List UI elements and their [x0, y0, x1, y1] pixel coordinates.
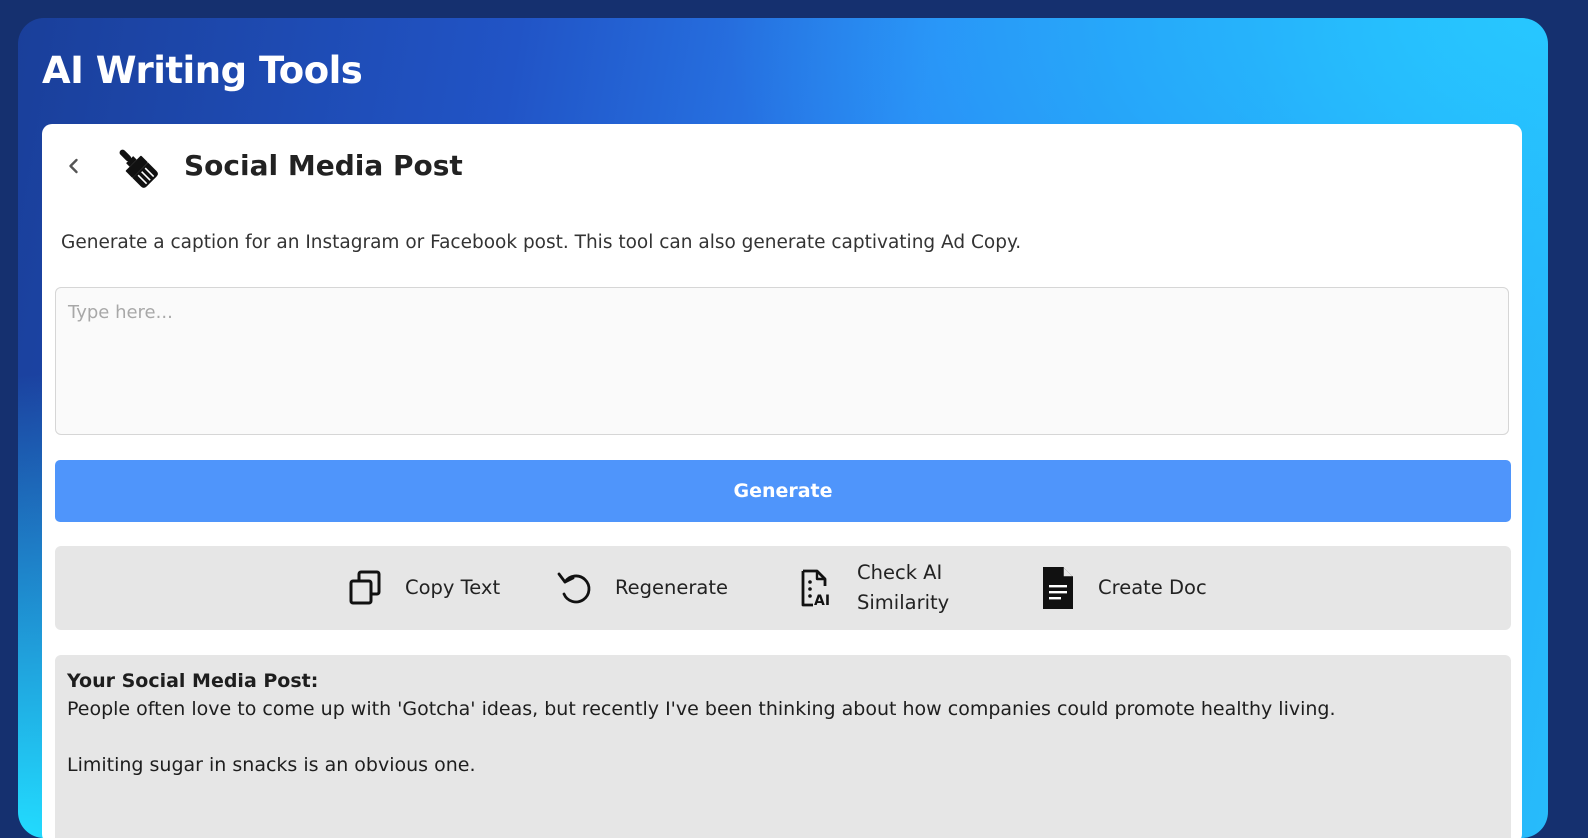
regenerate-button[interactable]: Regenerate — [555, 546, 728, 630]
copy-text-label: Copy Text — [405, 576, 501, 599]
ai-document-icon: AI — [797, 566, 837, 610]
copy-icon — [345, 566, 385, 610]
document-icon — [1038, 566, 1078, 610]
output-paragraph: People often love to come up with 'Gotch… — [67, 698, 1336, 720]
output-panel: Your Social Media Post: People often lov… — [55, 655, 1511, 838]
tool-title: Social Media Post — [184, 149, 463, 182]
copy-text-button[interactable]: Copy Text — [345, 546, 500, 630]
prompt-input[interactable] — [55, 287, 1509, 435]
generate-button[interactable]: Generate — [55, 460, 1511, 522]
check-ai-similarity-label: Check AI Similarity — [857, 561, 950, 614]
actions-bar: Copy Text Regenerate AI Check AI Similar… — [55, 546, 1511, 630]
chevron-left-icon — [69, 158, 78, 174]
output-paragraph: Limiting sugar in snacks is an obvious o… — [67, 754, 476, 776]
svg-text:AI: AI — [814, 593, 830, 608]
regenerate-label: Regenerate — [615, 576, 729, 599]
tool-card: Social Media Post Generate a caption for… — [42, 124, 1522, 838]
paint-brush-icon — [119, 149, 158, 188]
create-doc-label: Create Doc — [1098, 576, 1207, 599]
output-heading: Your Social Media Post: — [67, 670, 319, 692]
regenerate-icon — [555, 566, 595, 610]
tool-description: Generate a caption for an Instagram or F… — [61, 232, 1022, 253]
back-button[interactable] — [58, 150, 90, 182]
app-window: AI Writing Tools Social Media Post Gener… — [18, 18, 1548, 838]
create-doc-button[interactable]: Create Doc — [1038, 546, 1207, 630]
app-title: AI Writing Tools — [42, 49, 363, 92]
check-ai-similarity-button[interactable]: AI Check AI Similarity — [797, 546, 977, 630]
